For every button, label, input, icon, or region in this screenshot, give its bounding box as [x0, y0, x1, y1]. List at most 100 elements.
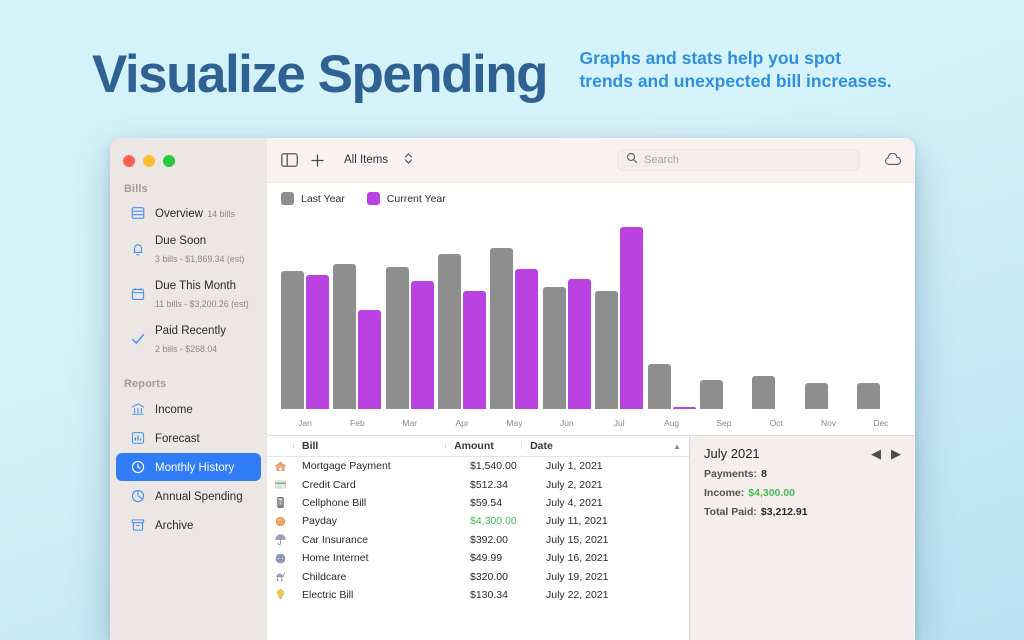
- table-row[interactable]: Cellphone Bill $59.54 July 4, 2021: [267, 494, 689, 512]
- app-window: Bills Overview 14 bills Due Soon 3 bills…: [110, 138, 915, 640]
- barchart-icon: [130, 430, 146, 446]
- sort-ascending-icon[interactable]: ▲: [673, 442, 689, 451]
- sidebar-item-archive[interactable]: Archive: [116, 511, 261, 539]
- sidebar-item-due-this-month[interactable]: Due This Month 11 bills - $3,200.26 (est…: [116, 272, 261, 316]
- stroller-icon: [267, 570, 293, 583]
- table-header-date-label: Date: [530, 440, 553, 452]
- chart-x-tick-label: Feb: [350, 418, 365, 428]
- chart-bar[interactable]: [672, 406, 696, 409]
- chart-bar[interactable]: [804, 383, 828, 409]
- table-cell-bill: Mortgage Payment: [302, 460, 391, 473]
- legend-swatch: [281, 192, 294, 205]
- chart-bar[interactable]: [358, 309, 382, 409]
- add-button[interactable]: [310, 153, 325, 168]
- chart-bar[interactable]: [567, 278, 591, 409]
- chart-month-group[interactable]: Feb: [333, 219, 382, 428]
- chart-bar[interactable]: [856, 382, 880, 409]
- sidebar-item-label: Income: [155, 404, 193, 416]
- sidebar-item-monthly-history[interactable]: Monthly History: [116, 453, 261, 481]
- globe-icon: [267, 552, 293, 565]
- zoom-button[interactable]: [163, 155, 175, 167]
- calendar-icon: [130, 286, 146, 302]
- sidebar-group-title-bills: Bills: [124, 183, 148, 195]
- stat-value: $4,300.00: [748, 487, 795, 499]
- table-cell-bill: Credit Card: [302, 478, 356, 491]
- phone-icon: [267, 496, 293, 509]
- page-title: Visualize Spending: [92, 45, 549, 104]
- sidebar-item-annual-spending[interactable]: Annual Spending: [116, 482, 261, 510]
- chart-month-group[interactable]: Aug: [647, 219, 696, 428]
- chart-bar[interactable]: [306, 274, 329, 409]
- chart-month-group[interactable]: Jun: [542, 219, 591, 428]
- previous-month-button[interactable]: ◀: [871, 447, 881, 460]
- minimize-button[interactable]: [143, 155, 155, 167]
- chart-month-group[interactable]: Dec: [856, 219, 905, 428]
- table-row[interactable]: Electric Bill $130.34 July 22, 2021: [267, 586, 689, 604]
- sidebar-item-overview[interactable]: Overview 14 bills: [116, 200, 261, 226]
- sidebar-item-label: Overview: [155, 208, 203, 220]
- chart-month-group[interactable]: Sep: [699, 219, 748, 428]
- table-cell-date: July 1, 2021: [546, 460, 603, 473]
- sidebar-item-label: Due Soon: [155, 235, 207, 247]
- chart-bar[interactable]: [410, 280, 434, 409]
- table-cell-bill: Home Internet: [302, 552, 369, 565]
- chart-month-group[interactable]: Apr: [438, 219, 487, 428]
- sidebar-item-label: Forecast: [155, 433, 200, 445]
- chart-bar[interactable]: [647, 363, 671, 409]
- chart-month-group[interactable]: Jan: [281, 219, 329, 428]
- table-header-date[interactable]: Date: [521, 440, 673, 452]
- sidebar-item-due-soon[interactable]: Due Soon 3 bills - $1,869.34 (est): [116, 227, 261, 271]
- chart-bar[interactable]: [281, 270, 304, 409]
- chart-bar[interactable]: [620, 227, 644, 409]
- table-row[interactable]: Payday $4,300.00 July 11, 2021: [267, 512, 689, 530]
- table-row[interactable]: Car Insurance $392.00 July 15, 2021: [267, 531, 689, 549]
- table-cell-date: July 16, 2021: [546, 552, 609, 565]
- table-cell-amount: $59.54: [470, 496, 503, 509]
- table-cell-amount: $392.00: [470, 533, 508, 546]
- table-row[interactable]: Credit Card $512.34 July 2, 2021: [267, 475, 689, 493]
- table-cell-amount: $320.00: [470, 570, 508, 583]
- chart-month-group[interactable]: May: [490, 219, 539, 428]
- chart-bar[interactable]: [595, 291, 619, 409]
- chart-legend: Last Year Current Year: [267, 192, 915, 205]
- chart-bar[interactable]: [542, 287, 566, 409]
- chart-bar[interactable]: [490, 247, 514, 409]
- table-header-bill[interactable]: Bill: [293, 440, 445, 452]
- chart-month-group[interactable]: Nov: [804, 219, 853, 428]
- sidebar-item-detail: 3 bills - $1,869.34 (est): [155, 254, 245, 264]
- close-button[interactable]: [123, 155, 135, 167]
- subtitle-line-2: trends and unexpected bill increases.: [579, 71, 892, 91]
- umbrella-icon: [267, 533, 293, 546]
- table-row[interactable]: Mortgage Payment $1,540.00 July 1, 2021: [267, 457, 689, 475]
- sidebar: Bills Overview 14 bills Due Soon 3 bills…: [110, 138, 267, 640]
- sidebar-item-paid-recently[interactable]: Paid Recently 2 bills - $268.04: [116, 317, 261, 361]
- chart-bar[interactable]: [385, 266, 409, 409]
- next-month-button[interactable]: ▶: [891, 447, 901, 460]
- stat-label: Total Paid:: [704, 506, 757, 518]
- chart-bar[interactable]: [699, 380, 723, 409]
- sidebar-item-income[interactable]: Income: [116, 395, 261, 423]
- chart-bar[interactable]: [515, 268, 539, 409]
- table-row[interactable]: Home Internet $49.99 July 16, 2021: [267, 549, 689, 567]
- search-input[interactable]: Search: [617, 149, 860, 171]
- cloud-icon[interactable]: [884, 153, 903, 167]
- chart-x-tick-label: Sep: [716, 418, 732, 428]
- chart-month-group[interactable]: Mar: [385, 219, 434, 428]
- filter-dropdown[interactable]: All Items: [337, 149, 420, 171]
- chart-bar[interactable]: [333, 264, 357, 409]
- table-row[interactable]: Childcare $320.00 July 19, 2021: [267, 567, 689, 585]
- sidebar-item-label: Paid Recently: [155, 325, 226, 337]
- table-cell-date: July 4, 2021: [546, 496, 603, 509]
- chart-month-group[interactable]: Jul: [595, 219, 644, 428]
- sidebar-item-label: Archive: [155, 520, 194, 532]
- chart-plot-area: Jan Feb Mar Apr May Jun Jul Aug Sep Oct Nov Dec: [281, 219, 905, 428]
- table-header-amount[interactable]: Amount: [445, 440, 521, 452]
- chart-bar[interactable]: [438, 254, 462, 409]
- chart-bar[interactable]: [463, 291, 487, 409]
- chart-month-group[interactable]: Oct: [752, 219, 800, 428]
- sidebar-item-forecast[interactable]: Forecast: [116, 424, 261, 452]
- detail-nav: ◀ ▶: [871, 447, 901, 460]
- chart-x-tick-label: Nov: [821, 418, 837, 428]
- sidebar-toggle-icon[interactable]: [281, 153, 298, 167]
- chart-bar[interactable]: [752, 375, 776, 409]
